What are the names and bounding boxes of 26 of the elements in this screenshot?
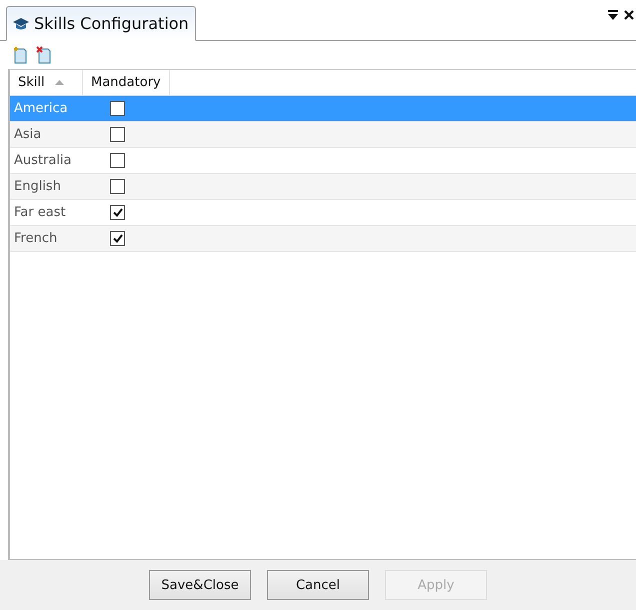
delete-document-icon[interactable] xyxy=(36,46,52,64)
checkbox[interactable] xyxy=(110,179,125,194)
skill-cell-text: French xyxy=(13,231,58,246)
skill-cell-text: Asia xyxy=(13,127,42,142)
dialog-button[interactable]: Save&Close xyxy=(149,570,251,600)
add-document-icon[interactable] xyxy=(12,46,28,64)
close-icon[interactable] xyxy=(624,10,634,20)
skill-cell-text: English xyxy=(13,179,62,194)
dropdown-icon[interactable] xyxy=(608,10,618,20)
column-header[interactable]: Skill xyxy=(10,70,83,95)
table-row[interactable]: English xyxy=(10,174,636,200)
column-header[interactable]: Mandatory xyxy=(83,70,170,95)
table-row[interactable]: Asia xyxy=(10,122,636,148)
checkbox[interactable] xyxy=(110,153,125,168)
dialog-button[interactable]: Cancel xyxy=(267,570,369,600)
checkbox[interactable] xyxy=(110,231,125,246)
checkbox[interactable] xyxy=(110,127,125,142)
checkbox[interactable] xyxy=(110,205,125,220)
tab-title: Skills Configuration xyxy=(34,14,189,33)
skill-cell-text: America xyxy=(13,101,69,116)
table-row[interactable]: French xyxy=(10,226,636,252)
skill-cell-text: Far east xyxy=(13,205,67,220)
tab[interactable]: Skills Configuration xyxy=(6,6,196,41)
graduation-cap-icon xyxy=(12,18,30,30)
checkbox[interactable] xyxy=(110,101,125,116)
skill-cell-text: Australia xyxy=(13,153,73,168)
